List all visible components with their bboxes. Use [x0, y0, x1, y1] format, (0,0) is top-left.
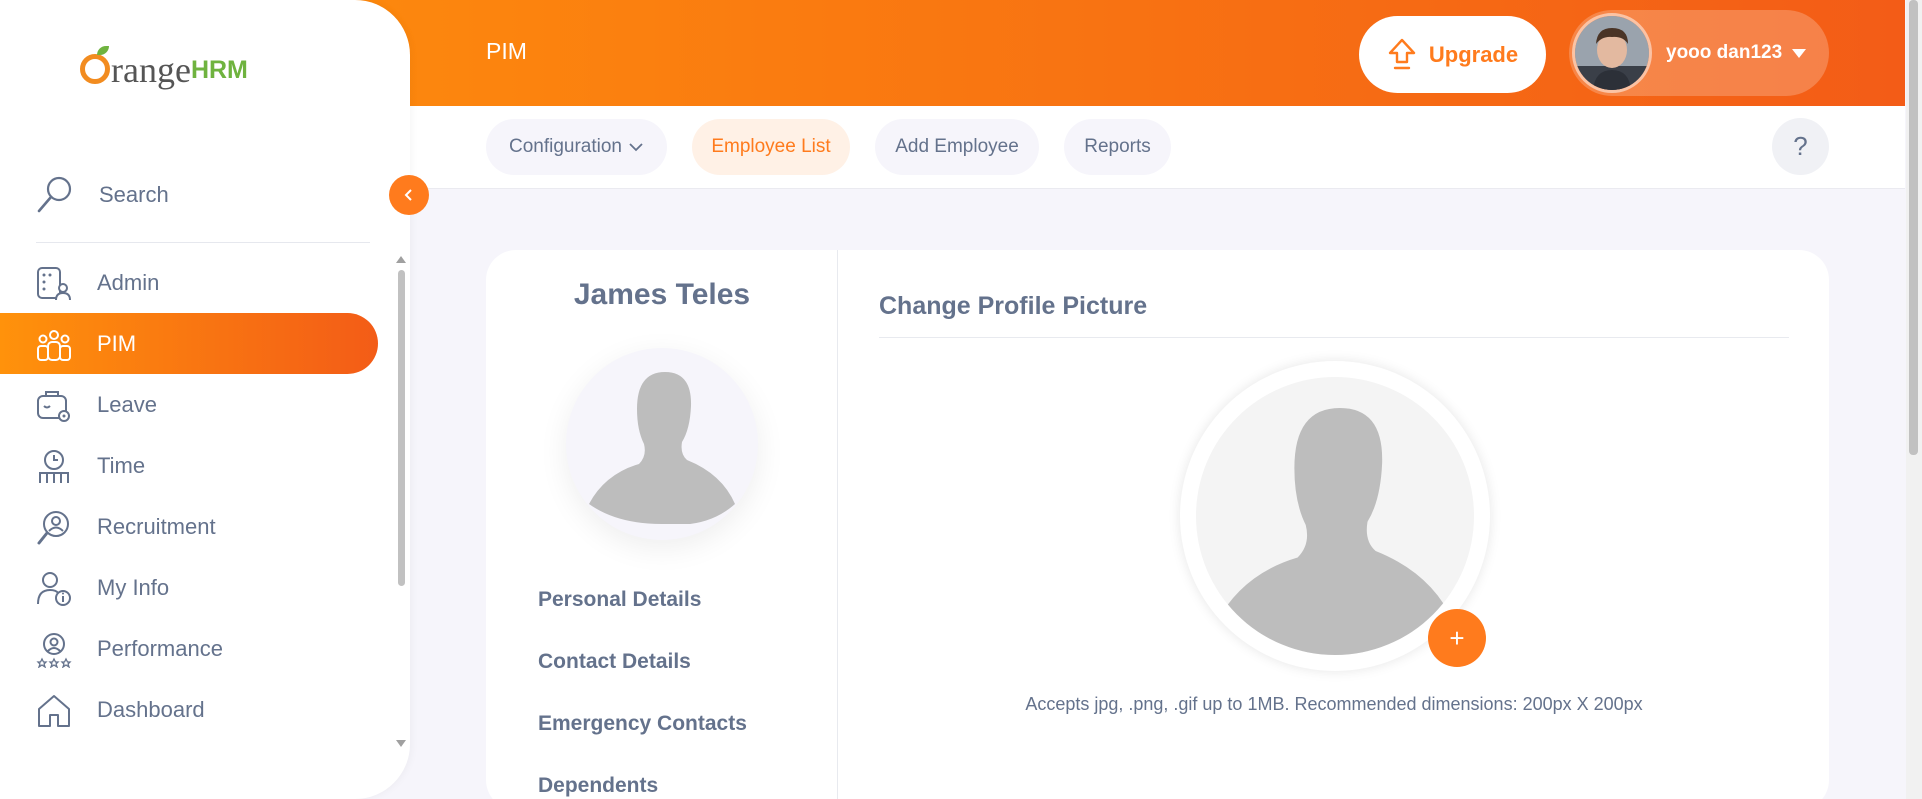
employee-avatar[interactable]: [566, 348, 758, 540]
admin-icon: [37, 267, 71, 301]
tab-add-employee[interactable]: Add Employee: [875, 119, 1039, 175]
scroll-down-arrow[interactable]: [396, 740, 406, 747]
link-contact-details[interactable]: Contact Details: [538, 650, 691, 674]
sidebar-item-label: My Info: [97, 574, 170, 600]
time-icon: [39, 450, 69, 483]
search-icon: [37, 176, 72, 213]
logo-suffix: HRM: [190, 56, 248, 84]
leave-icon: [37, 391, 70, 422]
tab-label: Add Employee: [895, 136, 1019, 157]
performance-icon: [36, 633, 72, 668]
tab-label: Employee List: [711, 136, 831, 157]
recruitment-icon: [37, 511, 69, 545]
sidebar-item-label: Admin: [97, 269, 160, 295]
sidebar-collapse-button[interactable]: [389, 175, 429, 215]
sidebar-item-label: Time: [97, 452, 146, 478]
sidebar-item-leave[interactable]: Leave: [0, 374, 392, 435]
sidebar-item-label: Dashboard: [97, 696, 205, 722]
sidebar-search[interactable]: Search: [36, 175, 169, 215]
sidebar-item-pim[interactable]: PIM: [0, 313, 378, 374]
employee-name: James Teles: [573, 278, 751, 311]
sidebar-item-label: Performance: [97, 635, 223, 661]
user-dropdown[interactable]: yooo dan123: [1569, 10, 1829, 96]
logo-text: range: [111, 50, 191, 90]
home-icon: [38, 695, 70, 727]
sidebar-item-my-info[interactable]: My Info: [0, 557, 392, 618]
main-menu: Admin PIM Leave Time Recruitment My Info…: [0, 252, 392, 740]
page-title: PIM: [486, 38, 527, 64]
logo-orange-icon: [80, 46, 110, 84]
divider: [879, 337, 1789, 338]
link-personal-details[interactable]: Personal Details: [538, 588, 701, 612]
help-button[interactable]: ?: [1772, 118, 1829, 175]
person-silhouette-icon: [1216, 408, 1454, 655]
chevron-down-icon: [629, 143, 643, 152]
upload-hint: Accepts jpg, .png, .gif up to 1MB. Recom…: [1025, 694, 1643, 714]
upgrade-button[interactable]: Upgrade: [1359, 16, 1546, 93]
page-scrollbar[interactable]: [1909, 0, 1918, 455]
tab-label: Reports: [1084, 136, 1151, 157]
add-picture-button[interactable]: +: [1428, 609, 1486, 667]
tab-employee-list[interactable]: Employee List: [692, 119, 850, 175]
sidebar-item-label: Leave: [97, 391, 157, 417]
user-name: yooo dan123: [1666, 42, 1783, 63]
sidebar-item-dashboard[interactable]: Dashboard: [0, 679, 392, 740]
employee-card: James Teles Personal Details Contact Det…: [486, 250, 1829, 799]
tab-reports[interactable]: Reports: [1064, 119, 1171, 175]
pim-icon: [37, 330, 71, 361]
sidebar-item-recruitment[interactable]: Recruitment: [0, 496, 392, 557]
chevron-left-icon: [404, 189, 412, 201]
link-emergency-contacts[interactable]: Emergency Contacts: [538, 712, 747, 736]
search-label: Search: [99, 182, 169, 207]
my-info-icon: [37, 572, 71, 606]
sidebar-item-time[interactable]: Time: [0, 435, 392, 496]
sidebar-item-admin[interactable]: Admin: [0, 252, 392, 313]
person-silhouette-icon: [589, 372, 735, 524]
sidebar: range HRM Search Admin PIM Leave Time Re…: [0, 0, 410, 799]
sidebar-item-label: PIM: [97, 330, 137, 356]
orangehrm-logo: range HRM: [80, 46, 248, 90]
profile-column: James Teles Personal Details Contact Det…: [486, 250, 838, 799]
tab-configuration[interactable]: Configuration: [486, 119, 667, 175]
section-title: Change Profile Picture: [879, 292, 1148, 320]
sidebar-scrollbar[interactable]: [398, 270, 405, 586]
chevron-down-icon: [1792, 48, 1807, 58]
upgrade-arrow-icon: [1388, 38, 1416, 69]
scroll-up-arrow[interactable]: [396, 256, 406, 263]
sidebar-item-label: Recruitment: [97, 513, 216, 539]
upgrade-label: Upgrade: [1428, 41, 1519, 67]
sidebar-item-performance[interactable]: Performance: [0, 618, 392, 679]
divider: [36, 242, 370, 243]
tab-label: Configuration: [508, 136, 623, 157]
link-dependents[interactable]: Dependents: [538, 774, 658, 798]
avatar: [1572, 13, 1652, 93]
